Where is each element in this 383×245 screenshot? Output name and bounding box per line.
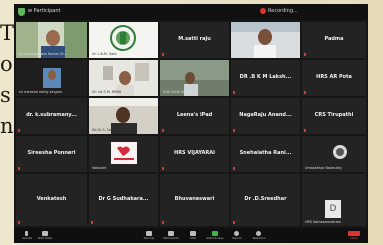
participant-tile[interactable]: DR .B K M Laksh... <box>231 60 300 96</box>
participant-tile[interactable]: Bhuvaneswari <box>160 174 229 226</box>
title-bar: w Participant Recording... <box>14 4 368 20</box>
control-label: Record <box>232 237 242 240</box>
participant-caption: sri naresha reddy singam <box>19 90 63 94</box>
control-label: Reactions <box>252 237 266 240</box>
zoom-window: w Participant Recording... Dr.Chandeshwa… <box>14 4 368 243</box>
participant-caption: M.B.Girish Kumar <box>163 90 193 94</box>
participant-name: Dr .D.Sreedhar <box>244 196 287 202</box>
muted-mic-icon <box>233 167 235 170</box>
record-icon <box>234 231 239 236</box>
participant-tile[interactable]: Leena's iPad <box>160 98 229 134</box>
muted-mic-icon <box>162 221 164 224</box>
control-label: Share Screen <box>206 237 224 240</box>
start-video-button[interactable]: Start Video <box>38 230 52 241</box>
participant-name: HRS AR Pota <box>316 74 352 80</box>
participant-tile[interactable]: Sh.Dr S. Sarathi... <box>89 98 158 134</box>
participant-name: CRS Tirupathi <box>314 112 354 118</box>
muted-mic-icon <box>18 167 20 170</box>
participant-caption: Sri L.B.M. Sant <box>92 52 117 56</box>
shield-icon[interactable] <box>18 8 25 16</box>
window-title: w Participant <box>28 8 61 14</box>
control-label: Participants <box>163 237 179 240</box>
muted-mic-icon <box>233 221 235 224</box>
record-button[interactable]: Record <box>230 230 244 241</box>
participant-tile[interactable]: Venkatesh <box>16 174 87 226</box>
participant-tile[interactable]: HRS VIJAYARAI <box>160 136 229 172</box>
participant-tile[interactable]: Sri Lal S.M. RVBH <box>89 60 158 96</box>
security-button[interactable]: Security <box>142 230 156 241</box>
recording-label: Recording... <box>268 8 298 14</box>
participant-tile[interactable]: Padma <box>302 22 366 58</box>
participant-name: Snehalatha Rani... <box>239 150 292 156</box>
video-feed <box>231 22 300 58</box>
participant-caption: Sri Lal S.M. RVBH <box>92 90 122 94</box>
participant-tile[interactable]: Sri L.B.M. Sant <box>89 22 158 58</box>
participant-tile[interactable] <box>231 22 300 58</box>
muted-mic-icon <box>18 221 20 224</box>
participant-tile[interactable]: Umasekhar Nalaruthy <box>302 136 366 172</box>
participant-tile[interactable]: Snehalatha Rani... <box>231 136 300 172</box>
participant-caption: Dr.Chandeshwar Kumar Sh... <box>19 52 68 56</box>
muted-mic-icon <box>304 53 306 56</box>
participant-name: Venkatesh <box>36 196 67 202</box>
participant-name: HRS VIJAYARAI <box>174 150 215 156</box>
participant-tile[interactable]: Vakulam <box>89 136 158 172</box>
participant-name: Dr G Sudhakara... <box>98 196 149 202</box>
chat-button[interactable]: Chat <box>186 230 200 241</box>
participant-name: Leena's iPad <box>176 112 213 118</box>
participant-tile[interactable]: Dr .D.Sreedhar <box>231 174 300 226</box>
participant-caption: Vakulam <box>92 166 107 170</box>
participant-tile[interactable]: NagaRaju Anand... <box>231 98 300 134</box>
chat-icon <box>190 231 196 236</box>
participant-caption: HRS Kamasamudram <box>305 220 341 224</box>
record-dot-icon <box>260 8 266 14</box>
participant-tile[interactable]: HRS AR Pota <box>302 60 366 96</box>
participant-tile[interactable]: Sireesha Ponneri <box>16 136 87 172</box>
avatar: D <box>325 200 341 218</box>
participant-name: Padma <box>324 36 344 42</box>
leave-icon <box>348 231 360 236</box>
control-label: Chat <box>189 237 197 240</box>
share-screen-icon <box>212 231 218 236</box>
participant-tile[interactable]: CRS Tirupathi <box>302 98 366 134</box>
reactions-button[interactable]: Reactions <box>252 230 266 241</box>
people-icon <box>168 231 174 236</box>
participant-name: M.satti raju <box>178 36 211 42</box>
muted-mic-icon <box>91 221 93 224</box>
muted-mic-icon <box>162 53 164 56</box>
emoji-icon <box>256 231 261 236</box>
share-screen-button[interactable]: Share Screen <box>206 230 224 241</box>
camera-icon <box>42 231 48 236</box>
participant-name: DR .B K M Laksh... <box>239 74 292 80</box>
control-label: Start Video <box>37 237 53 240</box>
shield-icon <box>146 231 152 236</box>
muted-mic-icon <box>162 167 164 170</box>
muted-mic-icon <box>162 129 164 132</box>
microphone-icon <box>25 231 28 236</box>
unmute-button[interactable]: Unmute <box>20 230 34 241</box>
participant-caption: Umasekhar Nalaruthy <box>305 166 343 170</box>
participant-caption: Sh.Dr S. Sarathi... <box>92 128 123 132</box>
participant-name: Bhuvaneswari <box>174 196 215 202</box>
participant-name: Sireesha Ponneri <box>27 150 76 156</box>
participant-name: NagaRaju Anand... <box>239 112 292 118</box>
control-label: Security <box>143 237 155 240</box>
meeting-controls: Unmute Start Video Security Participants… <box>14 228 368 243</box>
muted-mic-icon <box>304 91 306 94</box>
participant-tile[interactable]: Dr G Sudhakara... <box>89 174 158 226</box>
participant-name: dr. k.subramany... <box>26 112 77 118</box>
muted-mic-icon <box>233 129 235 132</box>
participant-tile[interactable]: M.satti raju <box>160 22 229 58</box>
participant-tile[interactable]: M.B.Girish Kumar <box>160 60 229 96</box>
participants-button[interactable]: Participants <box>163 230 179 241</box>
muted-mic-icon <box>233 91 235 94</box>
participant-tile[interactable]: sri naresha reddy singam <box>16 60 87 96</box>
control-label: Leave <box>350 237 358 240</box>
muted-mic-icon <box>304 129 306 132</box>
participant-tile[interactable]: dr. k.subramany... <box>16 98 87 134</box>
muted-mic-icon <box>18 129 20 132</box>
participant-tile[interactable]: Dr.Chandeshwar Kumar Sh... <box>16 22 87 58</box>
leave-button[interactable]: Leave <box>344 230 364 241</box>
